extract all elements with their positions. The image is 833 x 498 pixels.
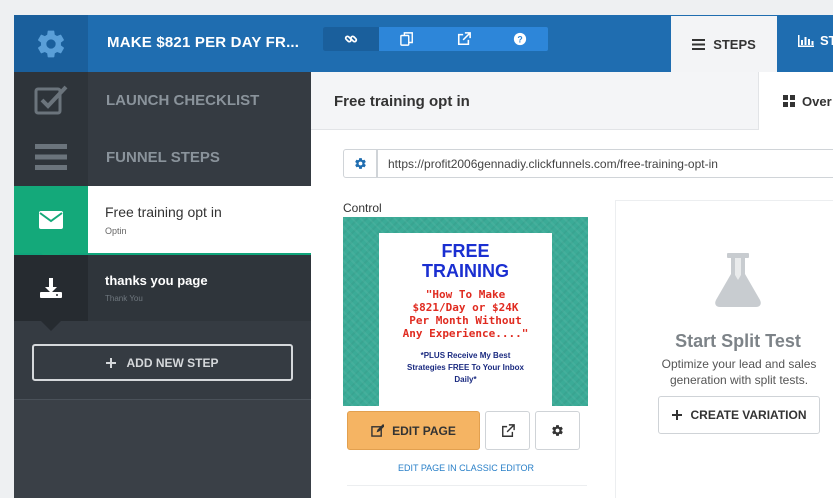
envelope-icon [14, 186, 88, 263]
menu-icon [692, 38, 706, 50]
preview-heading: TRAINING [422, 261, 509, 281]
funnel-title: MAKE $821 PER DAY FR... [107, 34, 300, 51]
create-variation-label: CREATE VARIATION [690, 408, 807, 422]
step-header: Free training opt in Over [311, 72, 833, 130]
step-type: Thank You [105, 294, 143, 303]
page-title: Free training opt in [334, 93, 470, 110]
link-icon [344, 35, 358, 43]
sidebar-item-launch-checklist[interactable]: LAUNCH CHECKLIST [14, 72, 311, 128]
edit-icon [371, 424, 385, 437]
add-new-step-button[interactable]: ADD NEW STEP [32, 344, 293, 381]
help-button[interactable]: ? [492, 27, 548, 51]
step-name: Free training opt in [105, 203, 222, 220]
edit-page-button[interactable]: EDIT PAGE [347, 411, 480, 450]
open-page-button[interactable] [485, 411, 530, 450]
link-button[interactable] [323, 27, 380, 51]
sidebar-item-funnel-steps[interactable]: FUNNEL STEPS [14, 128, 311, 186]
bar-chart-icon [798, 34, 814, 47]
step-name: thanks you page [105, 273, 208, 288]
plus-icon [106, 357, 117, 368]
preview-card: FREE TRAINING "How To Make $821/Day or $… [379, 233, 552, 406]
tab-overview-label: Over [802, 93, 832, 109]
split-test-panel: Start Split Test Optimize your lead and … [615, 200, 833, 498]
preview-quote: $821/Day or $24K [412, 301, 519, 314]
preview-quote: Any Experience...." [402, 327, 529, 340]
flask-icon [715, 253, 761, 307]
copy-icon [400, 32, 414, 46]
page-url-field[interactable]: https://profit2006gennadiy.clickfunnels.… [377, 149, 833, 178]
divider [347, 485, 587, 486]
gear-icon [354, 158, 366, 169]
main-panel: Free training opt in Over https://profit… [311, 72, 833, 498]
funnel-step-thank-you[interactable]: thanks you page Thank You [14, 255, 311, 331]
list-icon [14, 128, 88, 186]
funnel-step-optin[interactable]: Free training opt in Optin [14, 186, 311, 263]
preview-heading: FREE [441, 241, 490, 261]
preview-bonus: *PLUS Receive My Best [420, 351, 511, 360]
gear-icon [552, 425, 563, 436]
sidebar-item-label: FUNNEL STEPS [106, 148, 220, 166]
edit-page-label: EDIT PAGE [392, 423, 456, 438]
preview-bonus: Strategies FREE To Your Inbox [407, 363, 524, 372]
preview-quote: "How To Make [425, 288, 506, 301]
gear-icon [38, 30, 64, 57]
url-settings-button[interactable] [343, 149, 377, 178]
tab-steps-label: STEPS [713, 36, 756, 52]
top-bar: MAKE $821 PER DAY FR... ? STEPS ST [14, 15, 833, 72]
page-preview-thumbnail[interactable]: FREE TRAINING "How To Make $821/Day or $… [343, 217, 588, 406]
step-type: Optin [105, 225, 127, 236]
split-test-title: Start Split Test [675, 331, 801, 351]
sidebar: LAUNCH CHECKLIST FUNNEL STEPS Free train… [14, 72, 311, 498]
page-settings-button[interactable] [535, 411, 580, 450]
download-icon [14, 255, 88, 331]
tab-stats[interactable]: ST [798, 33, 833, 48]
tab-stats-label: ST [820, 33, 833, 48]
classic-editor-link[interactable]: EDIT PAGE IN CLASSIC EDITOR [398, 463, 534, 473]
clone-button[interactable] [379, 27, 435, 51]
checkbox-icon [14, 72, 88, 128]
tab-steps[interactable]: STEPS [671, 16, 777, 72]
grid-icon [783, 95, 795, 107]
sidebar-item-label: LAUNCH CHECKLIST [106, 91, 260, 109]
help-icon: ? [513, 32, 526, 46]
external-link-icon [501, 423, 515, 437]
funnel-actions-toolbar: ? [323, 27, 548, 51]
svg-text:?: ? [517, 35, 522, 45]
add-new-step-label: ADD NEW STEP [126, 355, 219, 370]
sidebar-footer [14, 400, 311, 498]
control-label: Control [343, 201, 382, 215]
preview-bonus: Daily* [454, 375, 477, 384]
preview-quote: Per Month Without [409, 314, 522, 327]
open-external-button[interactable] [436, 27, 492, 51]
external-link-icon [457, 32, 471, 46]
split-test-subtitle: Optimize your lead and sales generation … [661, 357, 817, 387]
tab-overview[interactable]: Over [758, 72, 833, 130]
settings-button[interactable] [14, 15, 88, 72]
plus-icon [671, 410, 682, 420]
create-variation-button[interactable]: CREATE VARIATION [658, 396, 820, 434]
